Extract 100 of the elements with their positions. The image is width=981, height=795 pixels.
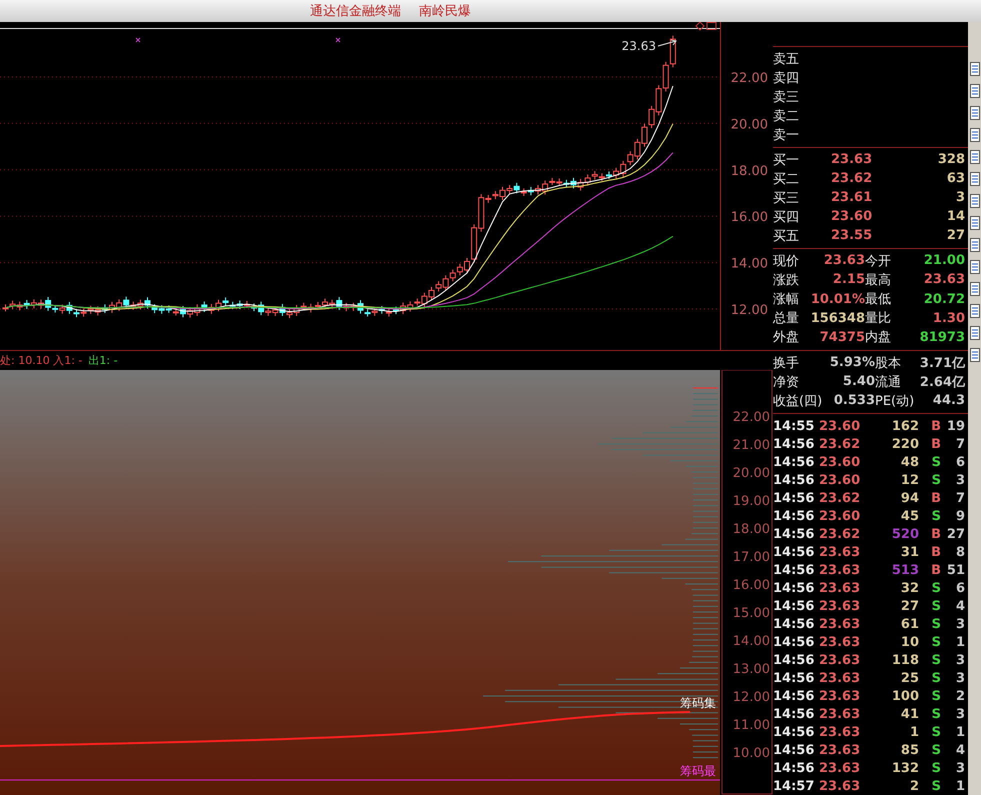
stat-value: 74375 (818, 330, 865, 345)
stat-label: PE(动) (875, 392, 916, 410)
stat-value: 0.533 (832, 393, 875, 408)
indicator-value: 出1: - (88, 353, 118, 368)
bid-label: 买二 (773, 170, 800, 188)
trade-side: S (930, 616, 941, 632)
trade-time: 14:56 (773, 670, 816, 686)
trade-time: 14:56 (773, 580, 816, 596)
trade-price: 23.63 (819, 760, 862, 776)
trade-time: 14:56 (773, 490, 816, 506)
trade-time: 14:56 (773, 526, 816, 542)
trade-count: 3 (954, 652, 965, 668)
axis-label: 12.00 (732, 690, 770, 705)
trade-side: S (930, 508, 941, 524)
trade-side: S (930, 778, 941, 794)
trade-count: 3 (954, 472, 965, 488)
trade-price: 23.63 (819, 562, 862, 578)
trade-side: S (930, 598, 941, 614)
trade-volume: 2 (908, 778, 919, 794)
bid-price: 23.62 (831, 171, 874, 186)
trade-time: 14:56 (773, 688, 816, 704)
price-label: 23.63 (622, 39, 656, 53)
axis-label: 17.00 (732, 550, 770, 565)
bid-volume: 3 (954, 190, 965, 206)
axis-label: 11.00 (732, 718, 770, 733)
ask-label: 卖三 (773, 88, 800, 106)
trade-side: S (930, 688, 941, 704)
bid-volume: 14 (946, 209, 965, 224)
stat-label: 净资 (773, 374, 800, 390)
trade-volume: 162 (890, 418, 919, 434)
stock-name: 南岭民爆 (419, 3, 471, 20)
trade-time: 14:56 (773, 598, 816, 614)
trade-time: 14:56 (773, 544, 816, 560)
stat-value: 23.63 (822, 253, 865, 268)
bid-volume: 328 (936, 152, 965, 168)
bid-price: 23.61 (831, 190, 874, 206)
trade-time: 14:56 (773, 508, 816, 524)
ask-label: 卖四 (773, 70, 800, 87)
app-title: 通达信金融终端 (310, 3, 401, 20)
trade-price: 23.63 (819, 724, 862, 740)
trade-time: 14:56 (773, 454, 816, 470)
trade-count: 3 (954, 706, 965, 722)
stat-value: 5.40 (842, 374, 875, 389)
stat-label: 股本 (875, 354, 902, 372)
trade-volume: 513 (890, 562, 919, 578)
trade-volume: 25 (900, 670, 919, 686)
trade-count: 4 (954, 742, 965, 758)
axis-label: 18.00 (730, 164, 768, 179)
trade-side: S (930, 670, 941, 686)
trade-side: B (930, 418, 941, 434)
bid-volume: 27 (946, 228, 965, 244)
trade-side: S (930, 724, 941, 740)
ask-label: 卖五 (773, 50, 800, 68)
stat-label: 总量 (773, 310, 800, 328)
trade-time: 14:56 (773, 562, 816, 578)
trade-volume: 61 (900, 616, 919, 632)
trade-count: 1 (954, 634, 965, 650)
stat-label: 收益(四) (773, 392, 824, 410)
trade-count: 7 (954, 436, 965, 452)
trade-side: S (930, 634, 941, 650)
axis-label: 15.00 (732, 606, 770, 621)
trade-count: 8 (954, 544, 965, 560)
trade-price: 23.60 (819, 472, 862, 488)
stat-value: 2.15 (832, 272, 865, 288)
stat-label: 量比 (865, 310, 892, 328)
stat-value: 1.30 (932, 310, 965, 326)
trade-side: S (930, 580, 941, 596)
trade-volume: 1 (908, 724, 919, 740)
stat-value: 156348 (810, 310, 865, 326)
trade-price: 23.60 (819, 418, 862, 434)
stat-value: 44.3 (932, 393, 965, 408)
bid-label: 买三 (773, 190, 800, 207)
trade-count: 1 (954, 778, 965, 794)
trade-side: S (930, 706, 941, 722)
axis-label: 16.00 (732, 578, 770, 593)
trade-volume: 12 (900, 472, 919, 488)
trade-volume: 520 (890, 526, 919, 542)
trade-volume: 45 (900, 508, 919, 524)
trade-side: S (930, 760, 941, 776)
trade-price: 23.63 (819, 670, 862, 686)
trade-side: S (930, 472, 941, 488)
axis-label: 13.00 (732, 662, 770, 677)
stat-label: 最高 (865, 272, 892, 289)
trade-volume: 94 (900, 490, 919, 506)
stat-label: 流通 (875, 374, 902, 390)
trade-price: 23.63 (819, 778, 862, 794)
trade-price: 23.60 (819, 508, 862, 524)
axis-label: 14.00 (730, 256, 768, 272)
stat-value: 3.71亿 (919, 354, 965, 372)
trade-count: 3 (954, 670, 965, 686)
axis-label: 12.00 (730, 303, 768, 318)
trade-price: 23.62 (819, 526, 862, 542)
bid-volume: 63 (946, 171, 965, 186)
ask-label: 卖一 (773, 126, 800, 144)
stat-value: 21.00 (922, 253, 965, 268)
trade-volume: 100 (890, 688, 919, 704)
trade-count: 1 (954, 724, 965, 740)
trade-price: 23.63 (819, 616, 862, 632)
trade-count: 19 (946, 418, 965, 434)
trade-side: S (930, 454, 941, 470)
